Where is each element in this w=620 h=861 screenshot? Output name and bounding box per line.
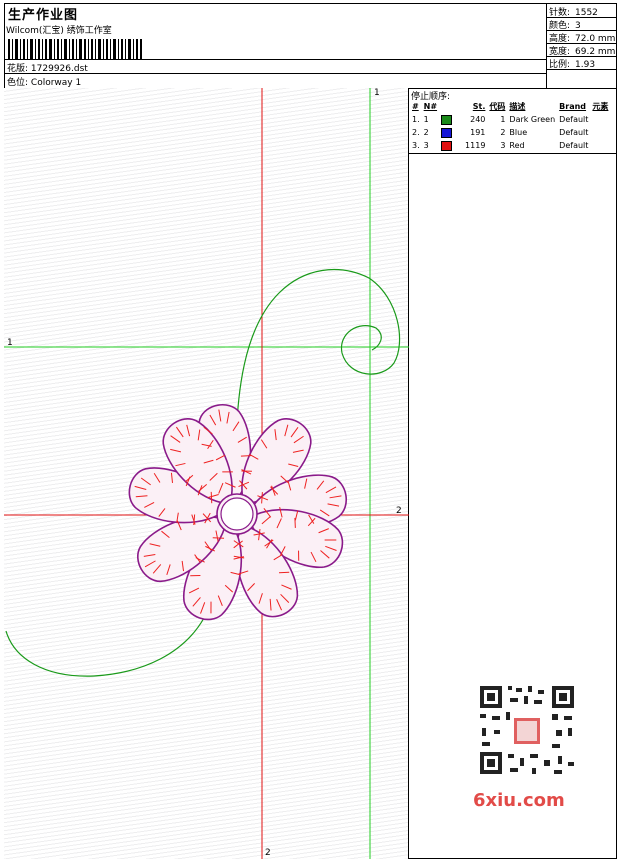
stop-sequence-table: # N# St. 代码 描述 Brand 元素 1. 1 240 1 Dark …	[410, 100, 610, 152]
color-swatch	[441, 114, 453, 125]
col-brand: Brand	[559, 102, 587, 111]
flower-center-inner	[220, 497, 254, 531]
col-n: N#	[423, 102, 438, 111]
row-num: 2.	[412, 128, 420, 137]
col-num: #	[412, 102, 419, 111]
design-canvas: 1 1 2 2	[4, 88, 409, 859]
page-title: 生产作业图	[8, 8, 79, 23]
col-st: St.	[472, 102, 486, 111]
red-h-label: 2	[396, 506, 402, 516]
studio-name: Wilcom(汇宝) 绣饰工作室	[6, 26, 112, 36]
row-code: 1	[500, 115, 506, 124]
color-swatch	[441, 127, 453, 138]
row-brand: Default	[559, 141, 589, 150]
table-row: 2. 2 191 2 Blue Default	[410, 126, 610, 139]
col-element: 元素	[592, 102, 609, 111]
row-code: 3	[500, 141, 506, 150]
row-stitches: 240	[470, 115, 486, 124]
header-divider	[4, 59, 546, 60]
vine-bottom	[5, 617, 205, 677]
row-stitches: 1119	[465, 141, 486, 150]
color-swatch	[441, 140, 453, 151]
row-num: 1.	[412, 115, 420, 124]
embroidery-drawing	[4, 88, 409, 859]
vine-top	[235, 268, 401, 459]
stat-divider	[546, 69, 617, 70]
row-n: 2	[423, 128, 429, 137]
header-info: 生产作业图 Wilcom(汇宝) 绣饰工作室 花版: 1729926.dst 色…	[4, 3, 547, 89]
table-header-row: # N# St. 代码 描述 Brand 元素	[410, 100, 610, 113]
row-desc: Blue	[509, 128, 528, 137]
row-brand: Default	[559, 115, 589, 124]
green-v-label: 1	[374, 88, 380, 98]
row-num: 3.	[412, 141, 420, 150]
table-row: 3. 3 1119 3 Red Default	[410, 139, 610, 152]
col-desc: 描述	[509, 102, 526, 111]
row-n: 3	[423, 141, 429, 150]
col-code: 代码	[489, 102, 506, 111]
barcode	[8, 39, 142, 59]
row-n: 1	[423, 115, 429, 124]
colorway-label: 色位:	[7, 78, 29, 88]
header-divider-2	[4, 73, 546, 74]
red-v-label: 2	[265, 848, 271, 858]
colorway-value: Colorway 1	[30, 78, 82, 88]
row-code: 2	[500, 128, 506, 137]
table-row: 1. 1 240 1 Dark Green Default	[410, 113, 610, 126]
panel-divider	[409, 153, 617, 154]
green-h-label: 1	[7, 338, 13, 348]
stats-panel: 针数: 1552 颜色: 3 高度: 72.0 mm 宽度: 69.2 mm 比例: 1.…	[546, 3, 617, 89]
qr-code	[468, 680, 586, 780]
row-desc: Dark Green	[509, 115, 556, 124]
row-stitches: 191	[470, 128, 486, 137]
row-brand: Default	[559, 128, 589, 137]
colorway-line: 色位: Colorway 1	[7, 75, 81, 88]
row-desc: Red	[509, 141, 525, 150]
watermark: 6xiu.com	[473, 790, 565, 811]
